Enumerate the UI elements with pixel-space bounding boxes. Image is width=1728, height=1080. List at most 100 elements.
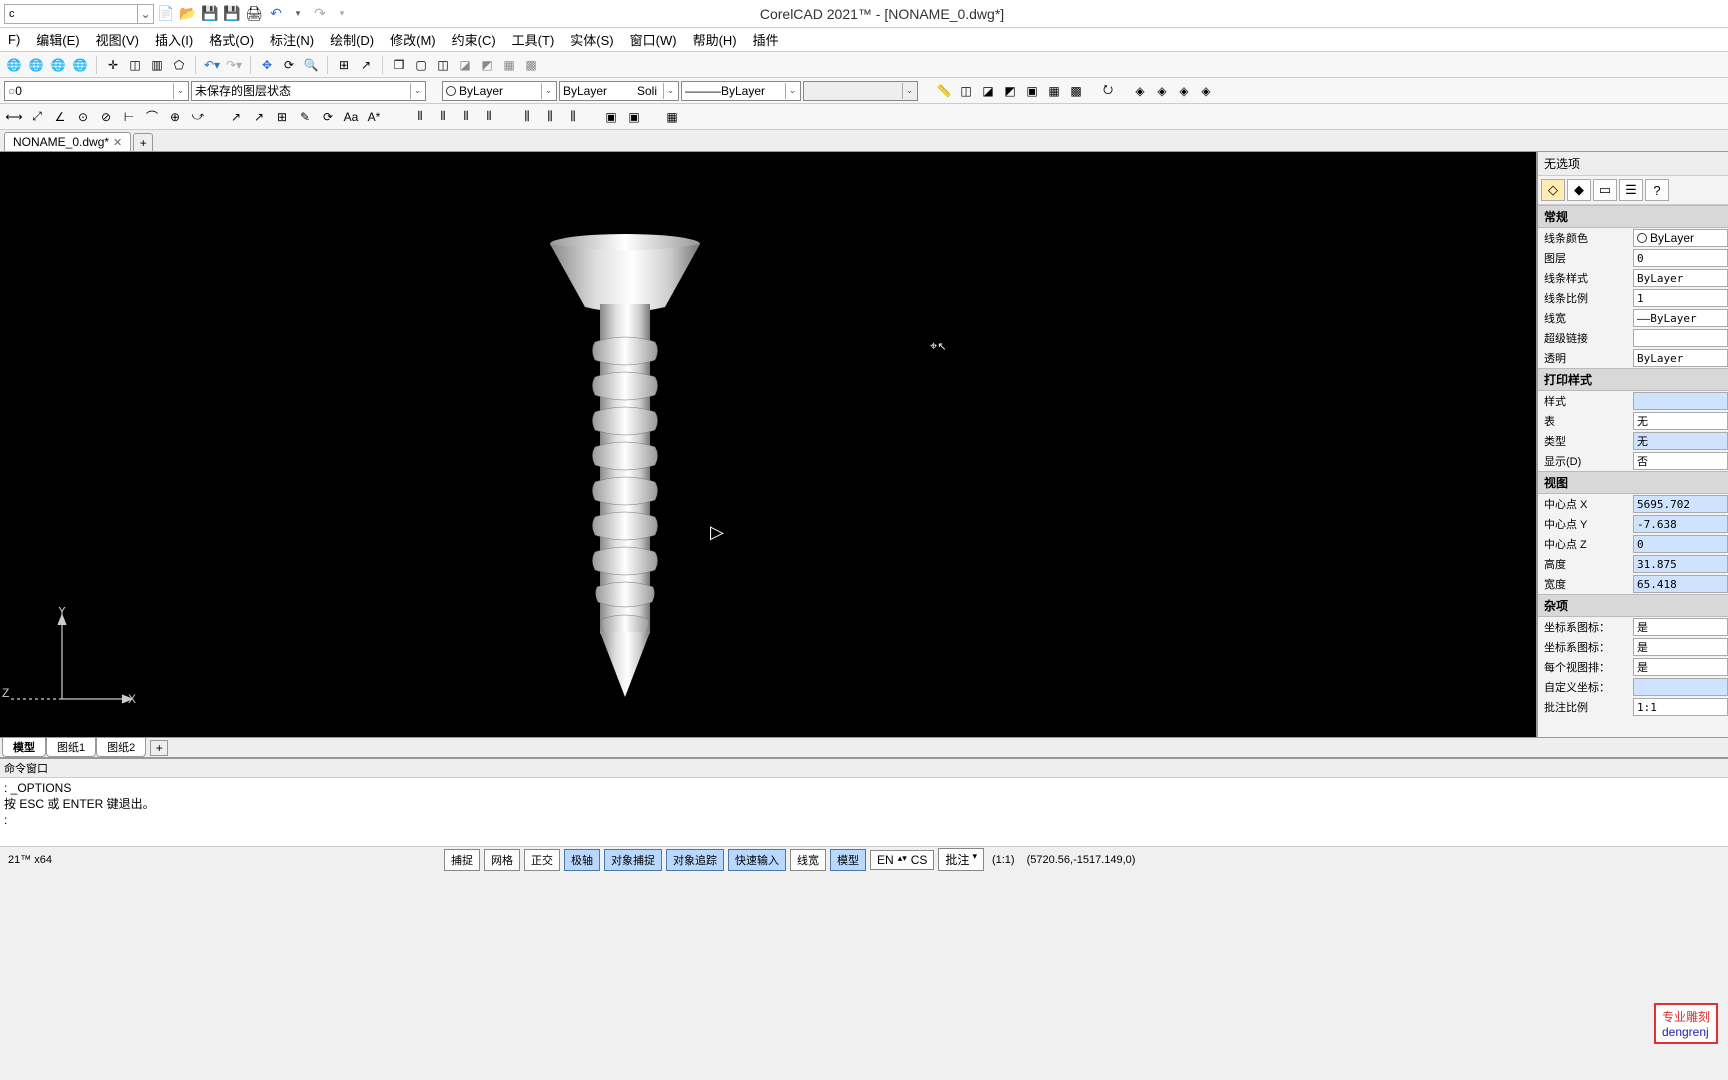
chevron-down-icon[interactable]: ⌄ bbox=[137, 5, 153, 23]
realistic-icon[interactable]: ▩ bbox=[521, 55, 541, 75]
prop-centerz-value[interactable]: 0 bbox=[1633, 535, 1728, 553]
menu-file[interactable]: F) bbox=[0, 29, 28, 50]
add-layout-button[interactable]: + bbox=[150, 740, 168, 756]
new-tab-button[interactable]: + bbox=[133, 133, 153, 151]
prop-linescale-value[interactable]: 1 bbox=[1633, 289, 1728, 307]
align2-icon[interactable]: ⫴ bbox=[433, 107, 453, 127]
iso-nw-icon[interactable]: ◈ bbox=[1196, 81, 1216, 101]
layout-tab-sheet2[interactable]: 图纸2 bbox=[96, 737, 146, 757]
document-tab[interactable]: NONAME_0.dwg* ✕ bbox=[4, 132, 131, 151]
prop-display-value[interactable]: 否 bbox=[1633, 452, 1728, 470]
section-plotstyle[interactable]: 打印样式 bbox=[1538, 368, 1728, 391]
3d-cube-icon[interactable]: ❒ bbox=[389, 55, 409, 75]
chevron-down-icon[interactable]: ⌄ bbox=[410, 83, 424, 99]
dist2-icon[interactable]: ⫼ bbox=[540, 107, 560, 127]
new-file-icon[interactable]: 📄 bbox=[156, 4, 176, 24]
iso-ne-icon[interactable]: ◈ bbox=[1174, 81, 1194, 101]
prop-annoscale-value[interactable]: 1:1 bbox=[1633, 698, 1728, 716]
dist3-icon[interactable]: ⫼ bbox=[563, 107, 583, 127]
globe-icon[interactable]: 🌐 bbox=[4, 55, 24, 75]
dim-override-icon[interactable]: A* bbox=[364, 107, 384, 127]
menu-insert[interactable]: 插入(I) bbox=[147, 27, 201, 52]
prop-ucsicon-value[interactable]: 是 bbox=[1633, 618, 1728, 636]
layout-tab-model[interactable]: 模型 bbox=[2, 737, 46, 757]
crosshair-icon[interactable]: ✛ bbox=[103, 55, 123, 75]
orbit-icon[interactable]: ⭮ bbox=[1098, 81, 1118, 101]
dim-angular-icon[interactable]: ∠ bbox=[50, 107, 70, 127]
close-icon[interactable]: ✕ bbox=[113, 136, 122, 149]
chevron-down-icon[interactable]: ⌄ bbox=[902, 83, 916, 99]
menu-window[interactable]: 窗口(W) bbox=[622, 27, 685, 52]
print-icon[interactable]: 🖨 bbox=[244, 4, 264, 24]
prop-transparency-value[interactable]: ByLayer bbox=[1633, 349, 1728, 367]
section-view[interactable]: 视图 bbox=[1538, 471, 1728, 494]
menu-modify[interactable]: 修改(M) bbox=[382, 27, 444, 52]
status-otrack[interactable]: 对象追踪 bbox=[666, 849, 724, 871]
status-osnap[interactable]: 对象捕捉 bbox=[604, 849, 662, 871]
menu-tools[interactable]: 工具(T) bbox=[504, 27, 563, 52]
dim-radius-icon[interactable]: ⊙ bbox=[73, 107, 93, 127]
dim-center-icon[interactable]: ⊕ bbox=[165, 107, 185, 127]
prop-pervp-value[interactable]: 是 bbox=[1633, 658, 1728, 676]
shaded-edges-icon[interactable]: ◩ bbox=[477, 55, 497, 75]
mleader-icon[interactable]: ↗ bbox=[249, 107, 269, 127]
save-icon[interactable]: 💾 bbox=[200, 4, 220, 24]
dim-jog-icon[interactable]: ⤻ bbox=[188, 107, 208, 127]
prop-centery-value[interactable]: -7.638 bbox=[1633, 515, 1728, 533]
iso-se-icon[interactable]: ◈ bbox=[1152, 81, 1172, 101]
status-annoscale[interactable]: 批注▾ bbox=[938, 848, 984, 871]
box-icon[interactable]: ▢ bbox=[411, 55, 431, 75]
status-snap[interactable]: 捕捉 bbox=[444, 849, 480, 871]
globe-edit-icon[interactable]: 🌐 bbox=[48, 55, 68, 75]
hidden-icon[interactable]: ▦ bbox=[499, 55, 519, 75]
move-icon[interactable]: ✥ bbox=[257, 55, 277, 75]
filter-icon[interactable]: ☰ bbox=[1619, 179, 1643, 201]
rotate-icon[interactable]: ⟳ bbox=[279, 55, 299, 75]
dim-style-icon[interactable]: Aa bbox=[341, 107, 361, 127]
stack-icon[interactable]: ▥ bbox=[147, 55, 167, 75]
export-icon[interactable]: ↗ bbox=[356, 55, 376, 75]
status-ortho[interactable]: 正交 bbox=[524, 849, 560, 871]
status-polar[interactable]: 极轴 bbox=[564, 849, 600, 871]
redo2-icon[interactable]: ↷▾ bbox=[224, 55, 244, 75]
menu-dimension[interactable]: 标注(N) bbox=[262, 27, 322, 52]
command-prompt[interactable]: : bbox=[4, 812, 1724, 828]
layout-tab-sheet1[interactable]: 图纸1 bbox=[46, 737, 96, 757]
undo2-icon[interactable]: ↶▾ bbox=[202, 55, 222, 75]
menu-view[interactable]: 视图(V) bbox=[88, 27, 147, 52]
chevron-down-icon[interactable]: ⌄ bbox=[541, 83, 555, 99]
color-combo[interactable]: ByLayer⌄ bbox=[442, 81, 557, 101]
align3-icon[interactable]: ⫴ bbox=[456, 107, 476, 127]
menu-edit[interactable]: 编辑(E) bbox=[28, 27, 87, 52]
undo-dropdown-icon[interactable]: ▾ bbox=[288, 4, 308, 24]
lineweight-combo[interactable]: ———ByLayer⌄ bbox=[681, 81, 801, 101]
wireframe-icon[interactable]: ◫ bbox=[433, 55, 453, 75]
viewport[interactable]: ⌖↖ ▷ Y X Z bbox=[0, 152, 1536, 737]
menu-draw[interactable]: 绘制(D) bbox=[322, 27, 382, 52]
qat-combo[interactable]: c ⌄ bbox=[4, 4, 154, 24]
dim-arc-icon[interactable]: ⌒ bbox=[142, 107, 162, 127]
globe-plus-icon[interactable]: 🌐 bbox=[26, 55, 46, 75]
prop-hyperlink-value[interactable] bbox=[1633, 329, 1728, 347]
prop-customcs-value[interactable] bbox=[1633, 678, 1728, 696]
face1-icon[interactable]: ◫ bbox=[956, 81, 976, 101]
menu-plugins[interactable]: 插件 bbox=[745, 27, 787, 52]
section-general[interactable]: 常规 bbox=[1538, 205, 1728, 228]
prop-ucsicon2-value[interactable]: 是 bbox=[1633, 638, 1728, 656]
prop-height-value[interactable]: 31.875 bbox=[1633, 555, 1728, 573]
align1-icon[interactable]: ⫴ bbox=[410, 107, 430, 127]
prop-linestyle-value[interactable]: ByLayer bbox=[1633, 269, 1728, 287]
open-file-icon[interactable]: 📂 bbox=[178, 4, 198, 24]
prop-width-value[interactable]: 65.418 bbox=[1633, 575, 1728, 593]
iso-sw-icon[interactable]: ◈ bbox=[1130, 81, 1150, 101]
menu-solid[interactable]: 实体(S) bbox=[562, 27, 621, 52]
polygon-icon[interactable]: ⬠ bbox=[169, 55, 189, 75]
prop-lineweight-value[interactable]: ——ByLayer bbox=[1633, 309, 1728, 327]
dim-aligned-icon[interactable]: ⤢ bbox=[27, 107, 47, 127]
saveall-icon[interactable]: 💾 bbox=[222, 4, 242, 24]
dim-linear-icon[interactable]: ⟷ bbox=[4, 107, 24, 127]
block1-icon[interactable]: ▣ bbox=[601, 107, 621, 127]
prop-type-value[interactable]: 无 bbox=[1633, 432, 1728, 450]
zoom-icon[interactable]: 🔍 bbox=[301, 55, 321, 75]
select-mode-icon[interactable]: ◇ bbox=[1541, 179, 1565, 201]
